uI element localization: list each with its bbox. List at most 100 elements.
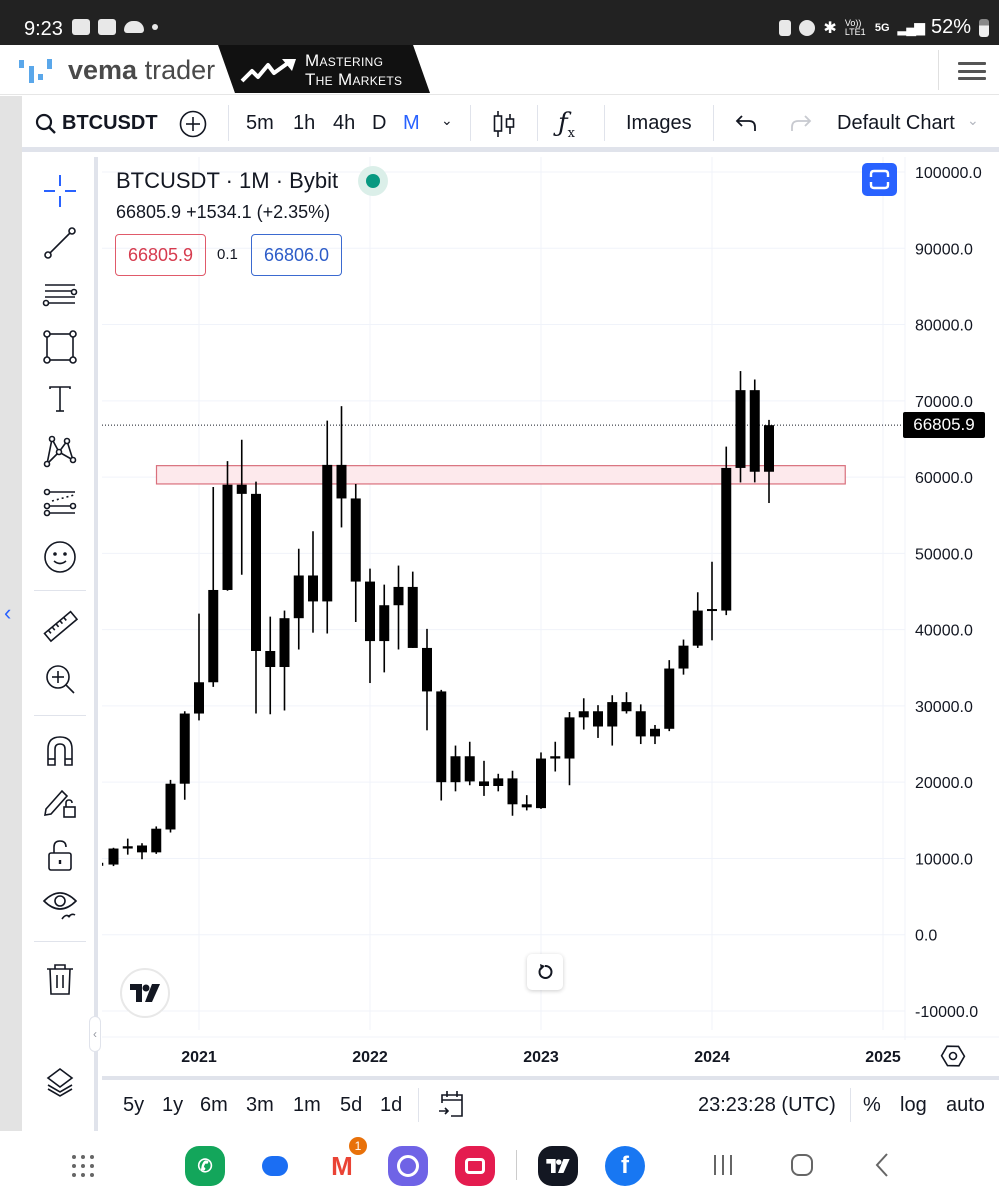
- x-tick-label: 2025: [865, 1049, 901, 1066]
- facebook-app-icon[interactable]: f: [605, 1146, 645, 1186]
- candle-body: [450, 756, 461, 783]
- y-tick-label: 10000.0: [915, 851, 973, 868]
- magnet-icon[interactable]: [42, 733, 78, 769]
- trash-delete-icon[interactable]: [42, 961, 78, 997]
- range-5d[interactable]: 5d: [340, 1094, 362, 1117]
- tradingview-app-icon[interactable]: [538, 1146, 578, 1186]
- interval-m[interactable]: M: [403, 112, 420, 135]
- visibility-eye-icon[interactable]: [42, 887, 78, 923]
- layout-select[interactable]: Default Chart: [837, 112, 955, 135]
- range-1m[interactable]: 1m: [293, 1094, 321, 1117]
- auto-scale-toggle[interactable]: auto: [946, 1094, 985, 1117]
- range-1y[interactable]: 1y: [162, 1094, 183, 1117]
- candle-body: [407, 586, 418, 648]
- range-6m[interactable]: 6m: [200, 1094, 228, 1117]
- fullscreen-icon[interactable]: [862, 163, 897, 196]
- pattern-tool-icon[interactable]: [42, 433, 78, 469]
- candle-body: [479, 781, 489, 786]
- indicators-fx-icon[interactable]: ƒx: [558, 108, 575, 141]
- candle-body: [179, 713, 190, 784]
- hamburger-menu-icon[interactable]: [958, 62, 986, 80]
- range-3m[interactable]: 3m: [246, 1094, 274, 1117]
- sell-price-button[interactable]: 66805.9: [115, 234, 206, 276]
- interval-1h[interactable]: 1h: [293, 112, 315, 135]
- candle-body: [521, 804, 532, 808]
- symbol-search-button[interactable]: BTCUSDT: [62, 112, 158, 135]
- candle: [749, 379, 760, 483]
- range-1d[interactable]: 1d: [380, 1094, 402, 1117]
- images-button[interactable]: Images: [626, 112, 692, 135]
- candle: [422, 628, 432, 731]
- y-tick-label: 0.0: [915, 928, 937, 945]
- expand-panel-chevron-icon[interactable]: ‹: [4, 600, 11, 626]
- logo-bold-text: vema: [68, 55, 138, 85]
- go-to-date-icon[interactable]: [437, 1089, 467, 1119]
- interval-5m[interactable]: 5m: [246, 112, 274, 135]
- emoji-sticker-icon[interactable]: [42, 539, 78, 575]
- banner-line-1: Mastering: [305, 51, 384, 70]
- chart-settings-icon[interactable]: [940, 1043, 966, 1069]
- crosshair-icon[interactable]: [42, 173, 78, 209]
- interval-4h[interactable]: 4h: [333, 112, 355, 135]
- utc-clock[interactable]: 23:23:28 (UTC): [698, 1094, 836, 1117]
- layout-dropdown-chevron-icon[interactable]: ⌄: [967, 112, 979, 129]
- undo-icon[interactable]: [735, 114, 757, 132]
- unlock-icon[interactable]: [42, 837, 78, 873]
- percent-scale-toggle[interactable]: %: [863, 1094, 881, 1117]
- redo-icon[interactable]: [790, 114, 812, 132]
- range-5y[interactable]: 5y: [123, 1094, 144, 1117]
- collapse-sidebar-handle[interactable]: ‹: [89, 1016, 101, 1052]
- candle: [208, 487, 219, 687]
- app-drawer-icon[interactable]: [70, 1153, 96, 1179]
- candle: [664, 660, 675, 732]
- candle-body: [137, 845, 147, 853]
- prediction-tool-icon[interactable]: [42, 485, 78, 521]
- phone-app-icon[interactable]: ✆: [185, 1146, 225, 1186]
- candle-body: [749, 390, 760, 472]
- horizontal-lines-icon[interactable]: [42, 277, 78, 313]
- y-tick-label: -10000.0: [915, 1004, 978, 1021]
- candle: [692, 592, 703, 648]
- recent-apps-icon[interactable]: [710, 1153, 736, 1177]
- search-icon[interactable]: [35, 113, 57, 135]
- object-tree-layers-icon[interactable]: [42, 1063, 78, 1099]
- y-tick-label: 50000.0: [915, 546, 973, 563]
- candle: [279, 610, 290, 711]
- interval-d[interactable]: D: [372, 112, 386, 135]
- tradingview-logo-button[interactable]: [120, 968, 170, 1018]
- lock-drawings-pencil-icon[interactable]: [42, 785, 78, 821]
- candles-chart-type-icon[interactable]: [492, 110, 516, 138]
- ruler-measure-icon[interactable]: [42, 609, 78, 645]
- battery-saver-icon: [779, 19, 792, 36]
- zoom-in-icon[interactable]: [42, 661, 78, 697]
- rectangle-shape-icon[interactable]: [42, 329, 78, 365]
- camera-app-icon[interactable]: [455, 1146, 495, 1186]
- buy-price-button[interactable]: 66806.0: [251, 234, 342, 276]
- 5g-icon: 5G: [874, 21, 890, 34]
- samsung-internet-app-icon[interactable]: [388, 1146, 428, 1186]
- messages-app-icon[interactable]: [255, 1146, 295, 1186]
- candle: [578, 698, 589, 730]
- x-tick-label: 2021: [181, 1049, 217, 1066]
- candle: [550, 741, 561, 772]
- banner-line-2: The Markets: [305, 70, 403, 89]
- header-divider: [938, 50, 939, 90]
- intervals-dropdown-chevron-icon[interactable]: ⌄: [441, 112, 453, 129]
- candle: [721, 446, 732, 616]
- candle: [122, 838, 133, 855]
- back-button-icon[interactable]: [872, 1152, 892, 1178]
- reset-chart-button[interactable]: [527, 954, 563, 990]
- home-button-icon[interactable]: [789, 1152, 815, 1178]
- text-tool-icon[interactable]: [42, 381, 78, 417]
- candle-body: [194, 682, 204, 714]
- toolbar-divider: [604, 105, 605, 141]
- candle: [621, 692, 632, 714]
- log-scale-toggle[interactable]: log: [900, 1094, 927, 1117]
- candle: [365, 568, 375, 684]
- price-chart[interactable]: 100000.0 90000.0 80000.0 70000.0 60000.0 5000…: [102, 157, 999, 1082]
- candle: [436, 689, 447, 801]
- candle-body: [208, 589, 219, 683]
- compare-add-symbol-icon[interactable]: [179, 110, 207, 138]
- chart-canvas[interactable]: 100000.0 90000.0 80000.0 70000.0 60000.0 5000…: [102, 157, 999, 1082]
- trend-line-icon[interactable]: [42, 225, 78, 261]
